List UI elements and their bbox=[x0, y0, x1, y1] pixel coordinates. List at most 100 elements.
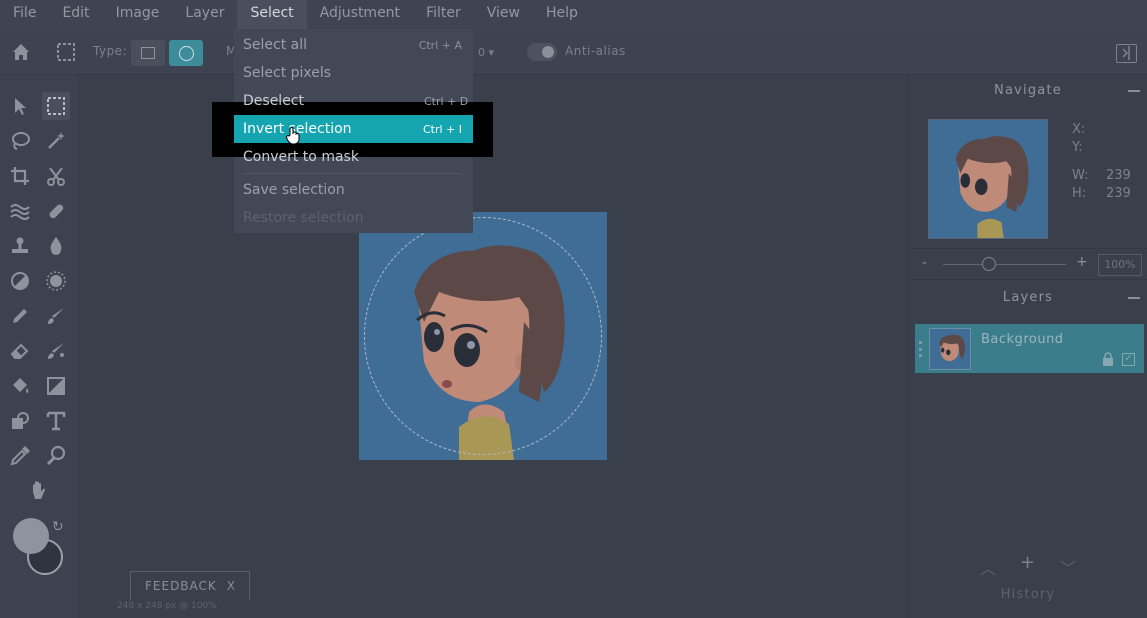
zoom-out-button[interactable]: - bbox=[922, 255, 927, 271]
right-panels: Navigate X: Y: W: 239 H: 239 - + 100% La… bbox=[907, 75, 1147, 618]
menu-image[interactable]: Image bbox=[103, 0, 173, 29]
layer-thumbnail-image bbox=[939, 334, 965, 362]
nav-x-label: X: bbox=[1072, 122, 1086, 137]
type-ellipse-button[interactable] bbox=[169, 40, 203, 66]
layers-panel-header: Layers bbox=[908, 283, 1147, 313]
hand-cursor-icon bbox=[286, 127, 300, 145]
menu-edit[interactable]: Edit bbox=[49, 0, 102, 29]
menu-select[interactable]: Select bbox=[237, 0, 307, 29]
menu-item-deselect-shortcut: Ctrl + D bbox=[424, 95, 469, 108]
gradient-tool-icon[interactable] bbox=[42, 372, 70, 400]
layer-actions: ︿ + ﹀ bbox=[908, 552, 1147, 578]
move-layer-up-icon[interactable]: ︿ bbox=[980, 555, 996, 579]
zoom-slider-track[interactable] bbox=[943, 264, 1066, 265]
layers-title: Layers bbox=[1002, 290, 1054, 305]
menu-layer[interactable]: Layer bbox=[172, 0, 237, 29]
liquify-tool-icon[interactable] bbox=[6, 197, 34, 225]
blur-drop-tool-icon[interactable] bbox=[42, 232, 70, 260]
navigator-image bbox=[955, 136, 1029, 238]
rect-marquee-icon[interactable] bbox=[55, 41, 77, 67]
menu-view[interactable]: View bbox=[474, 0, 533, 29]
canvas-status-text: 248 x 248 px @ 100% bbox=[117, 601, 217, 611]
menu-item-label: Select all bbox=[243, 37, 307, 53]
nav-h-value: 239 bbox=[1106, 186, 1131, 201]
antialias-label: Anti-alias bbox=[565, 44, 626, 58]
menu-item-convert-to-mask[interactable]: Convert to mask bbox=[243, 149, 359, 165]
layer-row[interactable]: Background ✓ bbox=[915, 324, 1144, 373]
scissors-tool-icon[interactable] bbox=[42, 162, 70, 190]
menu-bar: File Edit Image Layer Select Adjustment … bbox=[0, 0, 1147, 29]
menu-item-label: Restore selection bbox=[243, 210, 364, 226]
paint-bucket-tool-icon[interactable] bbox=[6, 372, 34, 400]
menu-item-invert-selection[interactable]: Invert selection Ctrl + I bbox=[234, 115, 473, 143]
move-tool-icon[interactable] bbox=[6, 92, 34, 120]
navigate-title: Navigate bbox=[994, 83, 1062, 98]
foreground-color-swatch[interactable] bbox=[13, 518, 49, 554]
drag-handle-icon[interactable] bbox=[919, 341, 922, 357]
layers-collapse-icon[interactable] bbox=[1128, 297, 1140, 299]
menu-item-label: Save selection bbox=[243, 182, 345, 198]
menu-item-select-all[interactable]: Select all Ctrl + A bbox=[234, 31, 473, 59]
ellipse-selection-marquee bbox=[364, 217, 602, 455]
nav-w-label: W: bbox=[1072, 168, 1089, 183]
pencil-tool-icon[interactable] bbox=[6, 302, 34, 330]
menu-separator bbox=[243, 173, 462, 174]
navigator-thumbnail[interactable] bbox=[928, 119, 1048, 239]
antialias-toggle[interactable] bbox=[527, 43, 557, 61]
healing-tool-icon[interactable] bbox=[42, 197, 70, 225]
sponge-tool-icon[interactable] bbox=[42, 267, 70, 295]
zoom-input[interactable]: 100% bbox=[1098, 254, 1142, 276]
add-layer-icon[interactable]: + bbox=[1020, 552, 1035, 573]
clone-brush-tool-icon[interactable] bbox=[42, 337, 70, 365]
navigate-panel-header: Navigate bbox=[908, 76, 1147, 106]
feather-field[interactable]: 0 ▾ bbox=[478, 43, 504, 63]
feedback-close-icon[interactable]: X bbox=[227, 579, 236, 593]
zoom-tool-icon[interactable] bbox=[42, 442, 70, 470]
zoom-in-button[interactable]: + bbox=[1076, 254, 1088, 270]
menu-item-restore-selection: Restore selection bbox=[234, 204, 473, 232]
navigate-collapse-icon[interactable] bbox=[1128, 90, 1140, 92]
menu-item-save-selection[interactable]: Save selection bbox=[234, 176, 473, 204]
eyedropper-tool-icon[interactable] bbox=[6, 442, 34, 470]
menu-item-label: Select pixels bbox=[243, 65, 332, 81]
nav-y-label: Y: bbox=[1072, 140, 1083, 155]
lock-icon[interactable] bbox=[1102, 352, 1114, 366]
document-canvas[interactable] bbox=[359, 212, 607, 460]
hand-tool-icon[interactable] bbox=[24, 477, 52, 505]
swap-colors-icon[interactable]: ↻ bbox=[52, 519, 64, 535]
menu-item-deselect[interactable]: Deselect bbox=[243, 93, 304, 109]
zoom-controls: - + 100% bbox=[908, 248, 1147, 280]
feedback-tab[interactable]: FEEDBACK X bbox=[130, 571, 250, 600]
marquee-tool-icon[interactable] bbox=[42, 92, 70, 120]
eraser-tool-icon[interactable] bbox=[6, 337, 34, 365]
crop-tool-icon[interactable] bbox=[6, 162, 34, 190]
lasso-tool-icon[interactable] bbox=[6, 127, 34, 155]
type-rectangle-button[interactable] bbox=[131, 40, 165, 66]
history-title: History bbox=[1000, 587, 1056, 602]
nav-w-value: 239 bbox=[1106, 168, 1131, 183]
type-label: Type: bbox=[93, 44, 128, 58]
stamp-tool-icon[interactable] bbox=[6, 232, 34, 260]
dodge-tool-icon[interactable] bbox=[6, 267, 34, 295]
home-icon[interactable] bbox=[10, 41, 32, 67]
nav-h-label: H: bbox=[1072, 186, 1087, 201]
rectangle-icon bbox=[141, 47, 155, 59]
feedback-label: FEEDBACK bbox=[145, 579, 217, 593]
menu-filter[interactable]: Filter bbox=[413, 0, 474, 29]
menu-adjustment[interactable]: Adjustment bbox=[307, 0, 413, 29]
options-bar: Type: M 0 ▾ Anti-alias bbox=[0, 29, 1147, 75]
text-tool-icon[interactable] bbox=[42, 407, 70, 435]
move-layer-down-icon[interactable]: ﹀ bbox=[1060, 555, 1076, 579]
menu-item-select-pixels[interactable]: Select pixels bbox=[234, 59, 473, 87]
layer-thumbnail bbox=[929, 328, 971, 370]
magic-wand-tool-icon[interactable] bbox=[42, 127, 70, 155]
brush-tool-icon[interactable] bbox=[42, 302, 70, 330]
visibility-checkbox-icon[interactable]: ✓ bbox=[1122, 353, 1135, 366]
shape-tool-icon[interactable] bbox=[6, 407, 34, 435]
zoom-slider-handle[interactable] bbox=[982, 257, 996, 271]
menu-file[interactable]: File bbox=[0, 0, 49, 29]
menu-help[interactable]: Help bbox=[533, 0, 591, 29]
menu-item-shortcut: Ctrl + A bbox=[418, 39, 462, 52]
layer-name: Background bbox=[981, 332, 1064, 347]
panel-toggle-icon[interactable] bbox=[1116, 44, 1137, 63]
